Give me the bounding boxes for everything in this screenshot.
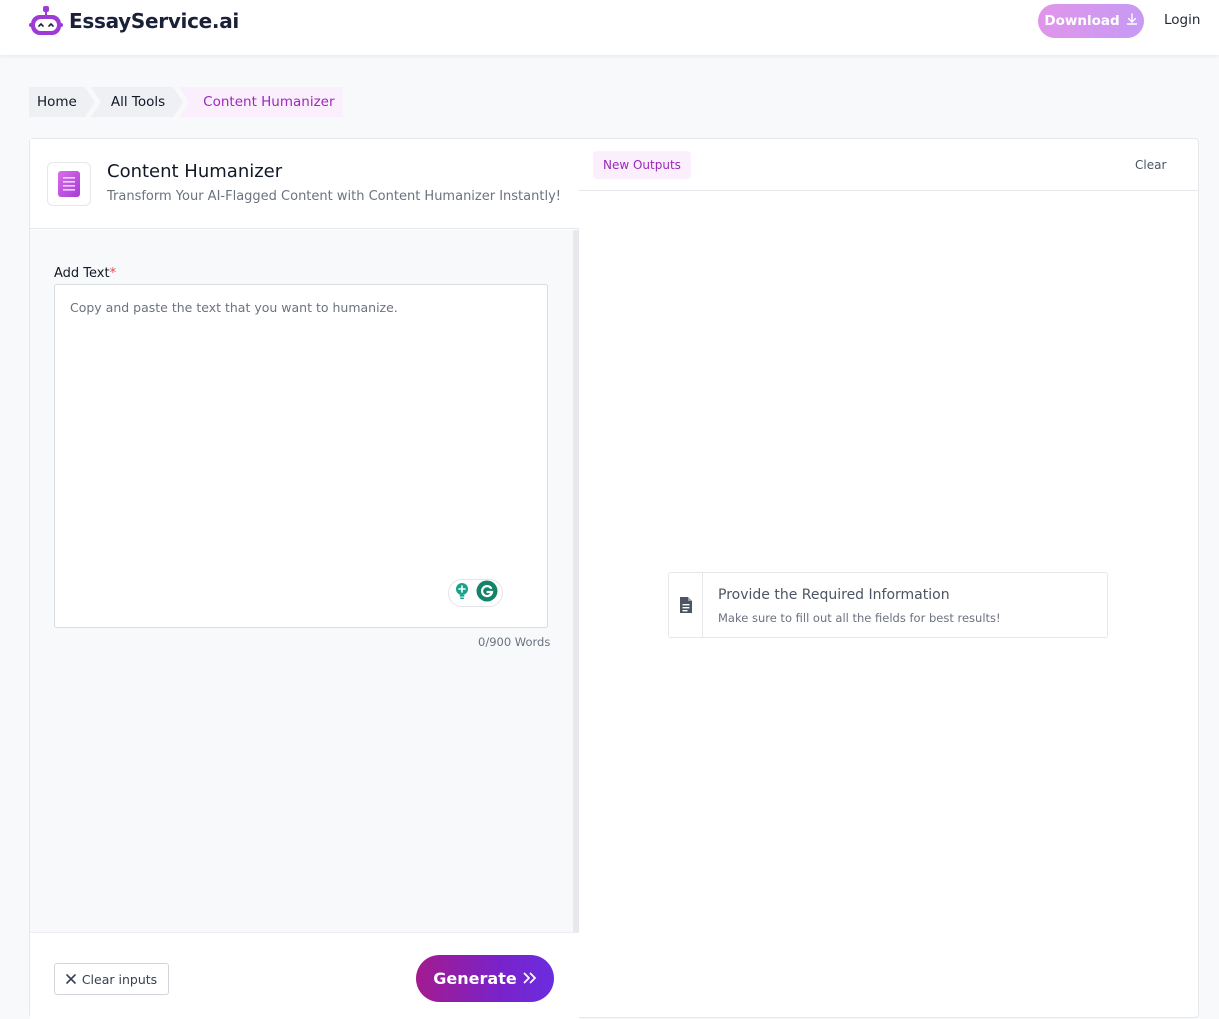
close-x-icon	[66, 972, 76, 987]
breadcrumb-current: Content Humanizer	[179, 87, 343, 117]
tool-header: Content Humanizer Transform Your AI-Flag…	[30, 139, 579, 229]
grammarly-g-icon[interactable]	[476, 580, 498, 606]
breadcrumb: Home All Tools Content Humanizer	[29, 87, 343, 117]
empty-state-title: Provide the Required Information	[718, 587, 950, 603]
tool-subtitle: Transform Your AI-Flagged Content with C…	[107, 189, 561, 204]
clear-inputs-button[interactable]: Clear inputs	[54, 963, 169, 995]
document-lines-icon	[47, 162, 91, 206]
robot-logo-icon	[29, 6, 64, 36]
input-footer: Clear inputs Generate	[30, 932, 579, 1019]
generate-button[interactable]: Generate	[416, 955, 554, 1002]
grammarly-widget[interactable]	[448, 579, 503, 607]
lightbulb-plus-icon[interactable]	[453, 582, 471, 604]
input-panel: Content Humanizer Transform Your AI-Flag…	[30, 139, 579, 1019]
tool-card: Content Humanizer Transform Your AI-Flag…	[29, 138, 1199, 1019]
add-text-label-text: Add Text	[54, 266, 110, 281]
download-arrow-icon	[1126, 13, 1138, 29]
empty-state-notice: Provide the Required Information Make su…	[668, 572, 1108, 638]
breadcrumb-all-tools[interactable]: All Tools	[91, 87, 183, 117]
download-button[interactable]: Download	[1038, 4, 1144, 38]
file-document-icon	[669, 573, 703, 637]
download-label: Download	[1044, 13, 1120, 29]
input-form: Add Text* Copy and paste the text that y…	[30, 230, 575, 932]
double-chevron-right-icon	[523, 969, 537, 988]
login-link[interactable]: Login	[1164, 12, 1200, 28]
generate-label: Generate	[433, 969, 517, 988]
text-input[interactable]: Copy and paste the text that you want to…	[54, 284, 548, 628]
brand-logo[interactable]: EssayService.ai	[29, 6, 239, 36]
clear-output-button[interactable]: Clear	[1135, 158, 1166, 172]
output-panel: New Outputs Clear Provide the Required I…	[579, 139, 1198, 1017]
output-header: New Outputs Clear	[579, 139, 1198, 191]
empty-state-subtitle: Make sure to fill out all the fields for…	[718, 611, 1001, 625]
clear-inputs-label: Clear inputs	[81, 971, 158, 987]
brand-name: EssayService.ai	[69, 9, 239, 33]
top-navbar: EssayService.ai Download Login	[0, 0, 1219, 55]
tool-title: Content Humanizer	[107, 161, 283, 182]
add-text-label: Add Text*	[54, 266, 116, 281]
breadcrumb-home[interactable]: Home	[29, 87, 95, 117]
required-asterisk: *	[109, 266, 117, 281]
text-input-placeholder: Copy and paste the text that you want to…	[70, 300, 398, 315]
form-scrollbar[interactable]	[573, 230, 578, 932]
word-count: 0/900 Words	[478, 635, 551, 649]
tab-new-outputs[interactable]: New Outputs	[593, 151, 691, 179]
